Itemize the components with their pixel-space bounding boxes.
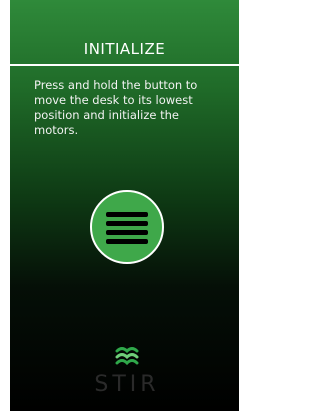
hamburger-lines-icon bbox=[106, 221, 148, 226]
hamburger-lines-icon bbox=[106, 212, 148, 217]
hamburger-lines-icon bbox=[106, 230, 148, 235]
instructions-text: Press and hold the button to move the de… bbox=[34, 78, 198, 137]
title-divider bbox=[10, 64, 239, 66]
stir-wave-logo-icon bbox=[115, 347, 139, 366]
right-border bbox=[239, 0, 243, 411]
initialize-button[interactable] bbox=[90, 190, 164, 264]
initialize-panel: INITIALIZE Press and hold the button to … bbox=[10, 0, 239, 411]
stir-logo-text: STIR bbox=[94, 372, 160, 397]
hamburger-lines-icon bbox=[106, 239, 148, 244]
page-title: INITIALIZE bbox=[83, 40, 166, 58]
left-border bbox=[0, 0, 10, 411]
